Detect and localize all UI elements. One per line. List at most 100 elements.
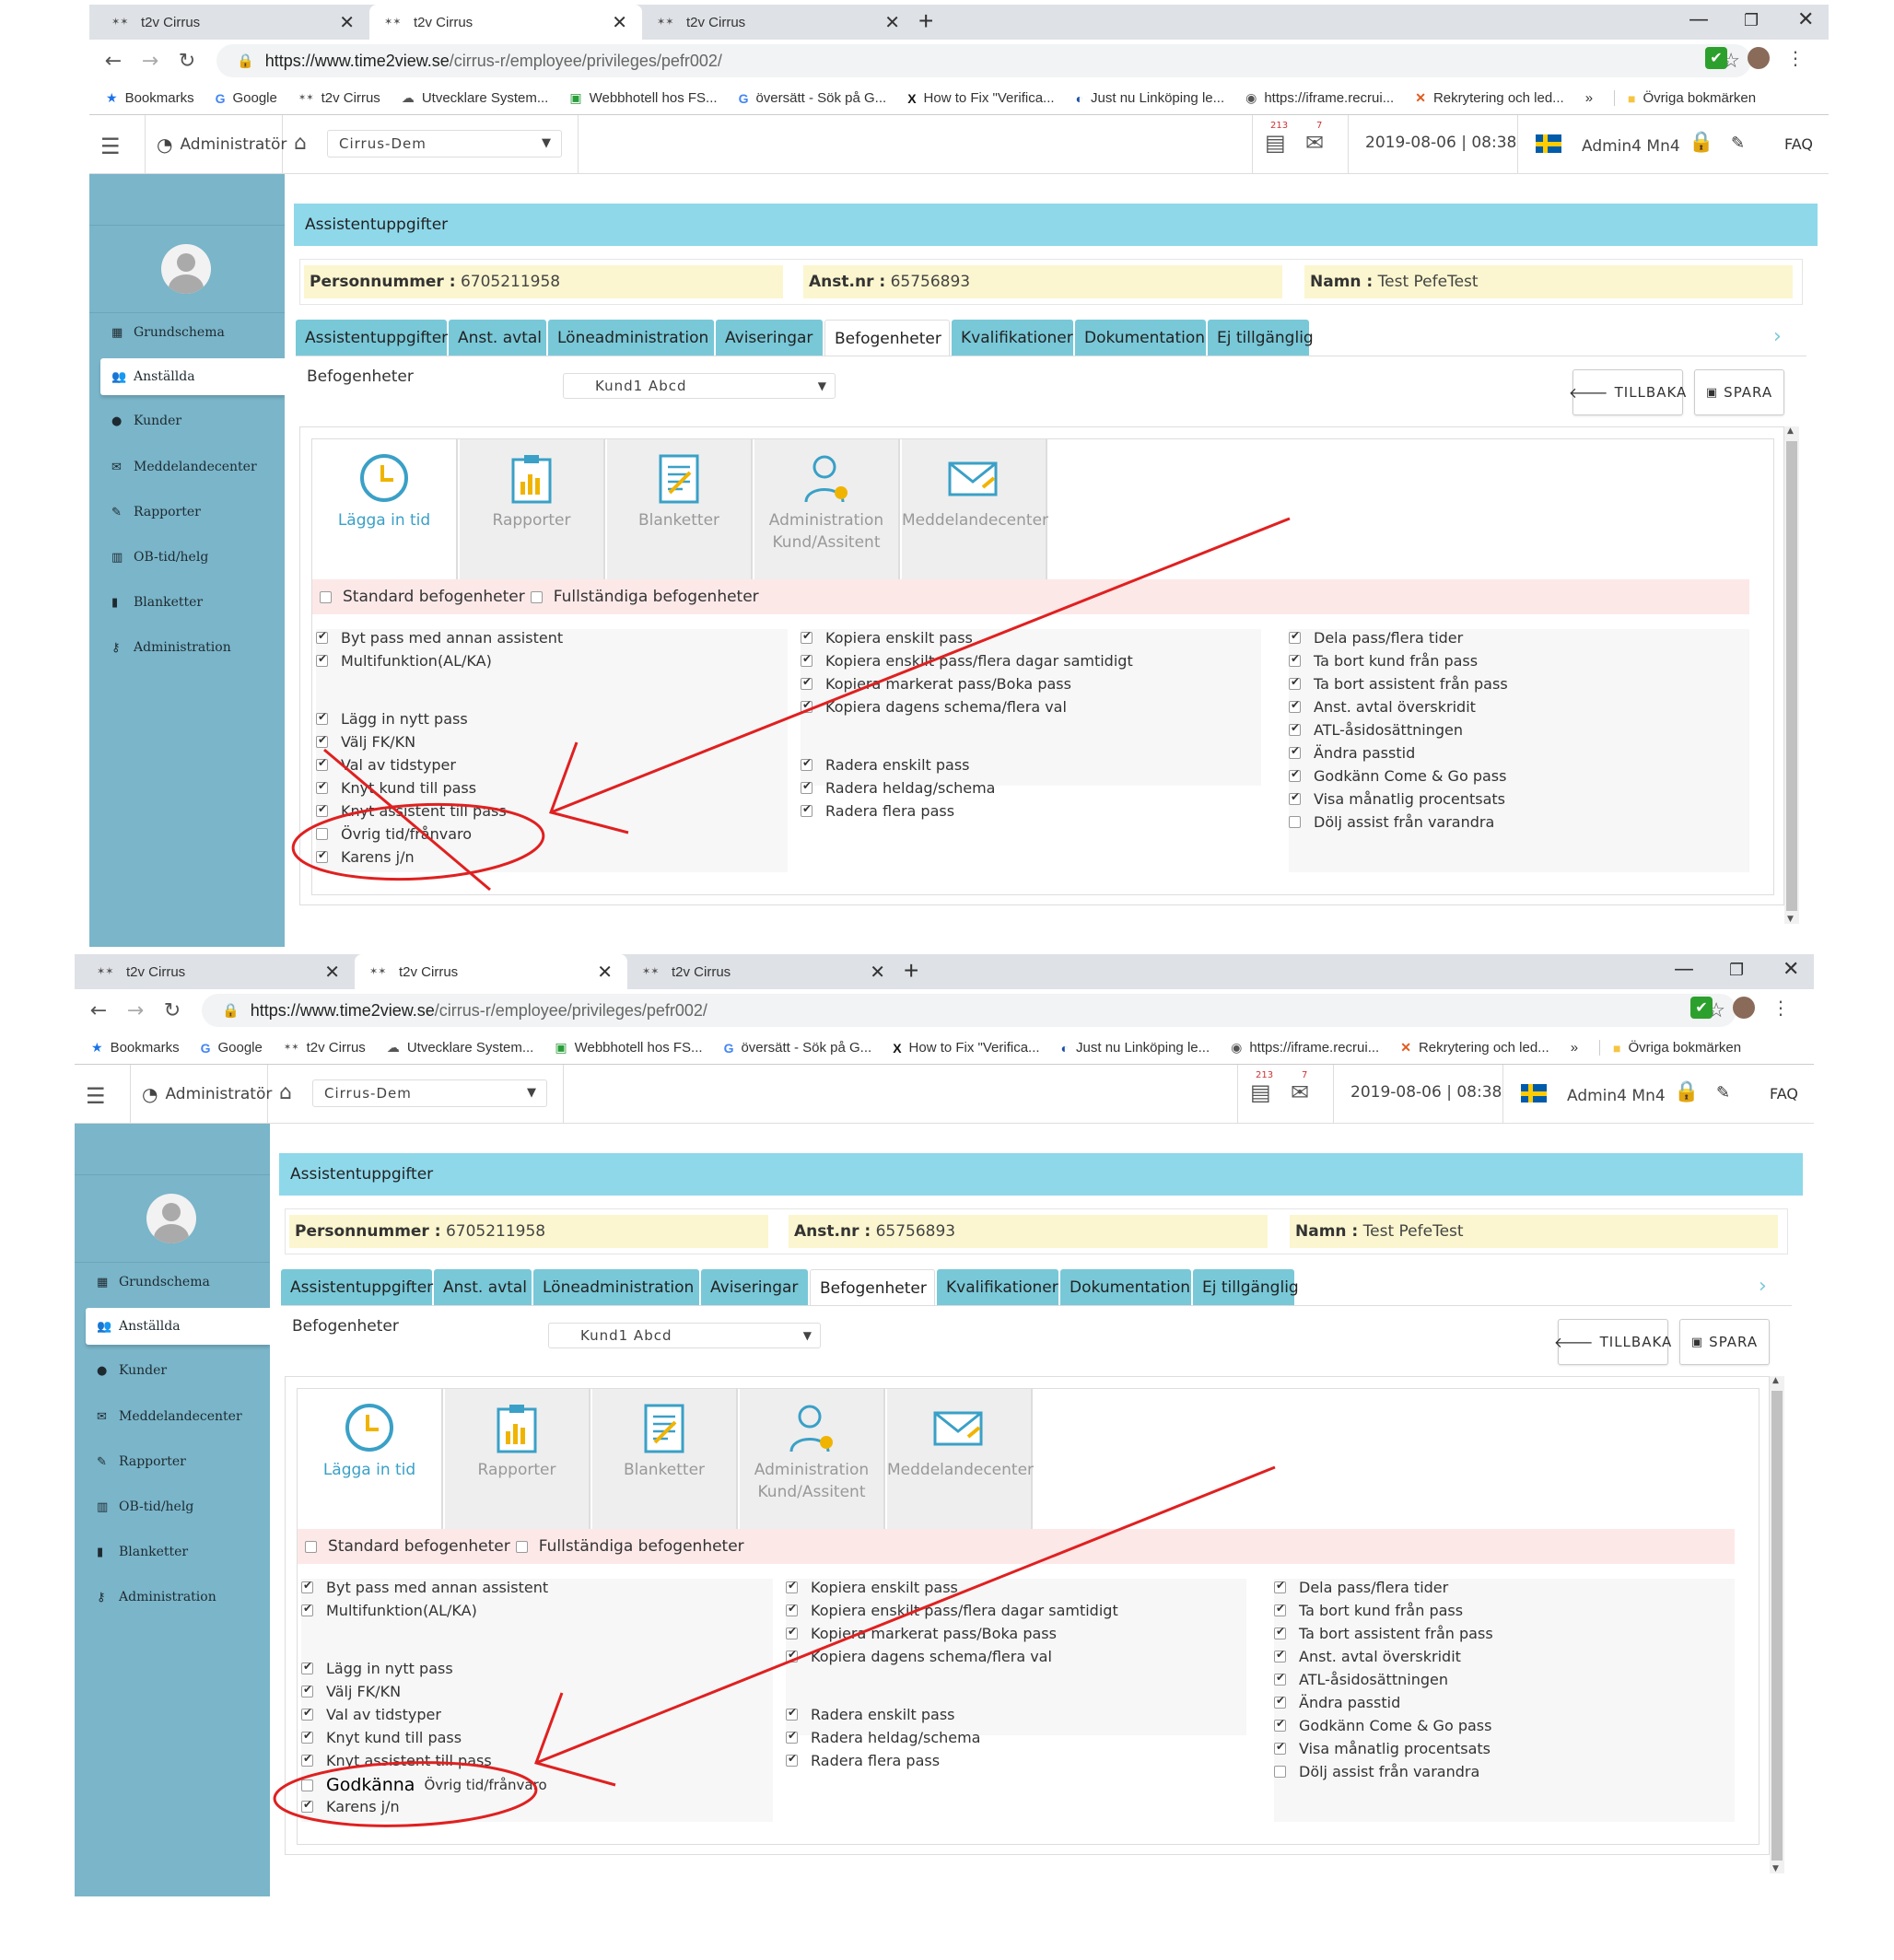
privilege-checkbox[interactable] <box>1289 652 1301 667</box>
privilege-item[interactable]: Byt pass med annan assistent <box>301 1579 548 1596</box>
browser-menu-icon[interactable]: ⋮ <box>1771 997 1790 1019</box>
module-tile-blanketter[interactable]: Blanketter <box>607 439 753 579</box>
privilege-item[interactable]: Multifunktion(AL/KA) <box>301 1602 477 1619</box>
minimize-icon[interactable]: — <box>1674 958 1694 981</box>
standard-checkbox[interactable] <box>305 1540 317 1553</box>
scroll-up-icon[interactable]: ▲ <box>1787 426 1794 436</box>
menu-hamburger-icon[interactable]: ☰ <box>100 134 121 159</box>
privilege-item[interactable]: Kopiera markerat pass/Boka pass <box>801 675 1071 693</box>
privilege-checkbox[interactable] <box>1289 629 1301 644</box>
privilege-checkbox[interactable] <box>316 828 328 840</box>
close-tab-icon[interactable]: ✕ <box>612 11 627 34</box>
sidebar-item-anstallda[interactable]: 👥 Anställda <box>100 358 285 395</box>
back-arrow-icon[interactable]: ← <box>80 999 117 1022</box>
sidebar-item-kunder[interactable]: ● Kunder <box>100 402 285 439</box>
profile-avatar[interactable] <box>1733 997 1755 1019</box>
tab-loneadministration[interactable]: Löneadministration <box>548 320 714 356</box>
bookmark-item[interactable]: ▣ Webbhotell hos FS... <box>569 90 717 106</box>
privilege-item[interactable]: Radera enskilt pass <box>801 756 970 774</box>
sidebar-item-rapporter[interactable]: ✎ Rapporter <box>100 494 285 531</box>
sidebar-item-blanketter[interactable]: ▮ Blanketter <box>86 1534 270 1570</box>
privilege-item[interactable]: Karens j/n <box>301 1798 400 1815</box>
module-tile-administration[interactable]: Administration Kund/Assitent <box>740 1389 885 1529</box>
privilege-item[interactable]: Kopiera dagens schema/flera val <box>786 1648 1052 1665</box>
tab-loneadministration[interactable]: Löneadministration <box>533 1269 699 1306</box>
privilege-checkbox[interactable] <box>316 733 328 748</box>
privilege-checkbox[interactable] <box>786 1579 798 1593</box>
window-close-icon[interactable]: ✕ <box>1783 958 1799 981</box>
sidebar-item-ob-tid[interactable]: ▥ OB-tid/helg <box>100 539 285 576</box>
privilege-checkbox[interactable] <box>1274 1579 1286 1593</box>
bookmarks-more[interactable]: » <box>1571 1040 1578 1056</box>
privilege-checkbox[interactable] <box>1274 1602 1286 1616</box>
lock-icon[interactable]: 🔒 <box>1674 1080 1699 1103</box>
privilege-checkbox[interactable] <box>316 756 328 771</box>
sidebar-item-meddelandecenter[interactable]: ✉ Meddelandecenter <box>100 449 285 485</box>
browser-tab[interactable]: ✶✶ t2v Cirrus ✕ <box>642 5 915 40</box>
tab-kvalifikationer[interactable]: Kvalifikationer <box>937 1269 1058 1306</box>
back-button[interactable]: 🡐 TILLBAKA <box>1569 369 1686 415</box>
bookmark-item[interactable]: ◐ Just nu Linköping le... <box>1061 1040 1210 1056</box>
bookmark-item[interactable]: G Google <box>216 90 277 106</box>
profile-avatar[interactable] <box>1748 47 1770 69</box>
privilege-item[interactable]: Ändra passtid <box>1274 1694 1400 1711</box>
privilege-item[interactable]: Byt pass med annan assistent <box>316 629 563 647</box>
scrollbar-thumb[interactable] <box>1786 441 1797 911</box>
scrollbar-thumb[interactable] <box>1771 1391 1783 1861</box>
bookmark-item[interactable]: ✕ Rekrytering och led... <box>1415 90 1563 106</box>
privilege-checkbox[interactable] <box>786 1648 798 1662</box>
privilege-checkbox[interactable] <box>801 802 813 817</box>
new-tab-button[interactable]: + <box>904 956 918 986</box>
privilege-item[interactable]: Anst. avtal överskridit <box>1274 1648 1461 1665</box>
privilege-checkbox[interactable] <box>1289 744 1301 759</box>
sidebar-item-rapporter[interactable]: ✎ Rapporter <box>86 1443 270 1480</box>
envelope-icon[interactable]: ✉ 7 <box>1305 121 1324 156</box>
sidebar-item-anstallda[interactable]: 👥 Anställda <box>86 1308 270 1345</box>
privilege-checkbox[interactable] <box>786 1729 798 1744</box>
scrollbar[interactable]: ▲ ▼ <box>1770 1376 1784 1873</box>
privilege-item[interactable]: Radera heldag/schema <box>801 779 995 797</box>
sidebar-item-grundschema[interactable]: ▦ Grundschema <box>100 314 285 351</box>
bookmark-item[interactable]: ✕ Rekrytering och led... <box>1400 1040 1549 1056</box>
bookmark-item[interactable]: ☁ Utvecklare System... <box>402 90 549 106</box>
module-tile-lagga-in-tid[interactable]: Lägga in tid <box>312 439 458 579</box>
scrollbar[interactable]: ▲ ▼ <box>1784 426 1799 924</box>
tab-assistentuppgifter[interactable]: Assistentuppgifter <box>281 1269 433 1306</box>
bookmark-item[interactable]: ☁ Utvecklare System... <box>387 1040 534 1056</box>
bookmark-item[interactable]: ★ Bookmarks <box>106 90 194 106</box>
sidebar-item-administration[interactable]: ⚷ Administration <box>100 629 285 666</box>
tab-assistentuppgifter[interactable]: Assistentuppgifter <box>296 320 448 356</box>
privilege-checkbox[interactable] <box>1274 1671 1286 1686</box>
privilege-item[interactable]: Ta bort assistent från pass <box>1274 1625 1493 1642</box>
sidebar-item-kunder[interactable]: ● Kunder <box>86 1352 270 1389</box>
privilege-item[interactable]: Ta bort kund från pass <box>1289 652 1478 670</box>
extension-check-icon[interactable]: ✔ <box>1690 997 1713 1019</box>
privilege-checkbox[interactable] <box>1289 698 1301 713</box>
privilege-checkbox[interactable] <box>786 1752 798 1767</box>
bookmark-item[interactable]: Göversätt - Sök på G... <box>739 90 887 106</box>
privilege-item[interactable]: Kopiera dagens schema/flera val <box>801 698 1067 716</box>
module-tile-meddelandecenter[interactable]: Meddelandecenter <box>887 1389 1034 1529</box>
swedish-flag-icon[interactable] <box>1521 1084 1547 1102</box>
org-select[interactable]: Cirrus-Dem ▼ <box>327 130 562 158</box>
home-icon[interactable]: ⌂ <box>279 1081 292 1104</box>
privilege-item[interactable]: Kopiera enskilt pass/flera dagar samtidi… <box>786 1602 1118 1619</box>
other-bookmarks[interactable]: ■ Övriga bokmärken <box>1599 1040 1741 1056</box>
tab-dokumentation[interactable]: Dokumentation <box>1075 320 1206 356</box>
privilege-item[interactable]: Välj FK/KN <box>301 1683 401 1700</box>
menu-hamburger-icon[interactable]: ☰ <box>86 1083 106 1109</box>
privilege-checkbox[interactable] <box>801 756 813 771</box>
privilege-checkbox[interactable] <box>301 1779 313 1791</box>
back-button[interactable]: 🡐 TILLBAKA <box>1554 1319 1671 1365</box>
bookmark-item[interactable]: ◉ https://iframe.recrui... <box>1231 1040 1379 1056</box>
privilege-item[interactable]: Dela pass/flera tider <box>1289 629 1463 647</box>
privilege-item[interactable]: Knyt assistent till pass <box>301 1752 492 1769</box>
browser-tab-active[interactable]: ✶✶ t2v Cirrus ✕ <box>369 5 642 40</box>
privilege-checkbox[interactable] <box>801 652 813 667</box>
bookmark-item[interactable]: G Google <box>201 1040 263 1056</box>
home-icon[interactable]: ⌂ <box>294 132 307 155</box>
browser-tab-active[interactable]: ✶✶ t2v Cirrus ✕ <box>355 954 627 989</box>
scroll-down-icon[interactable]: ▼ <box>1772 1864 1779 1873</box>
tab-befogenheter[interactable]: Befogenheter <box>810 1269 935 1306</box>
privilege-checkbox[interactable] <box>316 848 328 863</box>
